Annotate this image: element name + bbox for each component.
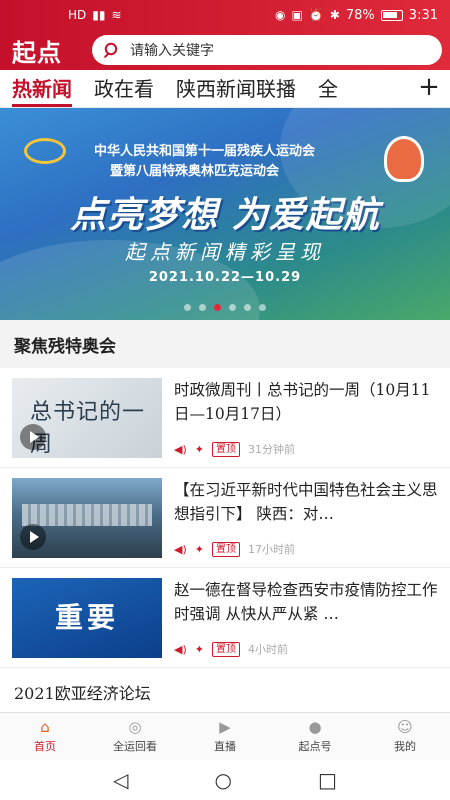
audio-icon: ◀) — [174, 542, 187, 556]
hot-icon: ✦ — [194, 642, 204, 656]
add-channel-icon[interactable]: + — [416, 70, 442, 107]
search-placeholder: 请输入关键字 — [130, 43, 214, 59]
section-title: 聚焦残特奥会 — [0, 322, 450, 368]
tab-all[interactable]: 全 — [318, 71, 338, 107]
banner-line-1: 中华人民共和国第十一届残疾人运动会 — [94, 144, 316, 159]
search-icon — [104, 42, 118, 58]
next-section-title[interactable]: 2021欧亚经济论坛 — [0, 668, 450, 712]
battery-icon — [380, 9, 403, 21]
nav-label: 首页 — [34, 739, 56, 753]
nav-games-replay[interactable]: ◎ 全运回看 — [90, 713, 180, 760]
thumbnail-caption: 总书记的一周 — [30, 400, 146, 457]
hot-icon: ✦ — [194, 542, 204, 556]
news-item[interactable]: 总书记的一周 时政微周刊丨总书记的一周（10月11日—10月17日） ◀) ✦ … — [0, 368, 450, 468]
play-icon — [20, 424, 46, 450]
nav-live[interactable]: ▶ 直播 — [180, 713, 270, 760]
hot-icon: ✦ — [194, 442, 204, 456]
news-item[interactable]: 【在习近平新时代中国特色社会主义思想指引下】 陕西：对… ◀) ✦ 置顶 17小… — [0, 468, 450, 568]
bottom-navigation: ⌂ 首页 ◎ 全运回看 ▶ 直播 ● 起点号 ☺ 我的 — [0, 712, 450, 760]
nav-label: 全运回看 — [113, 739, 157, 753]
wifi-icon: ≋ — [111, 8, 122, 22]
news-title: 赵一德在督导检查西安市疫情防控工作时强调 从快从严从紧 … — [174, 581, 438, 623]
audio-icon: ◀) — [174, 442, 187, 456]
mascot-icon — [384, 136, 424, 182]
app-logo[interactable]: 起点 — [12, 33, 82, 68]
carousel-dot[interactable] — [184, 304, 191, 311]
nav-label: 起点号 — [298, 739, 332, 753]
clock: 3:31 — [408, 7, 438, 23]
tab-gov-watch[interactable]: 政在看 — [94, 71, 154, 107]
pinned-badge: 置顶 — [211, 541, 240, 557]
tab-shaanxi-news[interactable]: 陕西新闻联播 — [176, 71, 296, 107]
nav-mine[interactable]: ☺ 我的 — [360, 713, 450, 760]
nav-account[interactable]: ● 起点号 — [270, 713, 360, 760]
hd-icon: HD — [68, 8, 87, 22]
carousel-dot-active[interactable] — [214, 304, 221, 311]
tab-hot-news[interactable]: 热新闻 — [12, 71, 72, 107]
battery-percent: 78% — [345, 7, 375, 23]
hero-banner[interactable]: 中华人民共和国第十一届残疾人运动会 暨第八届特殊奥林匹克运动会 点亮梦想 为爱起… — [0, 108, 450, 320]
recents-icon[interactable]: □ — [318, 768, 337, 792]
publish-time: 4小时前 — [247, 643, 288, 656]
news-title: 【在习近平新时代中国特色社会主义思想指引下】 陕西：对… — [174, 481, 438, 523]
bluetooth-icon: ✱ — [329, 8, 340, 22]
news-item[interactable]: 重要 赵一德在督导检查西安市疫情防控工作时强调 从快从严从紧 … ◀) ✦ 置顶… — [0, 568, 450, 668]
carousel-dot[interactable] — [199, 304, 206, 311]
carousel-dot[interactable] — [244, 304, 251, 311]
thumbnail-caption: 重要 — [54, 601, 119, 634]
banner-date: 2021.10.22—10.29 — [148, 270, 302, 285]
news-title: 时政微周刊丨总书记的一周（10月11日—10月17日） — [174, 381, 431, 423]
pinned-badge: 置顶 — [211, 441, 240, 457]
nav-home[interactable]: ⌂ 首页 — [0, 713, 90, 760]
home-icon: ⌂ — [40, 718, 50, 736]
signal-icon: ▮▮ — [92, 8, 106, 22]
banner-line-2: 暨第八届特殊奥林匹克运动会 — [110, 164, 280, 179]
pinned-badge: 置顶 — [211, 641, 240, 657]
banner-subtitle: 起点新闻精彩呈现 — [125, 240, 325, 264]
carousel-indicator — [0, 304, 450, 311]
account-icon: ● — [308, 718, 322, 736]
news-thumbnail: 重要 — [12, 578, 162, 658]
user-icon: ☺ — [397, 718, 413, 736]
news-thumbnail: 总书记的一周 — [12, 378, 162, 458]
audio-icon: ◀) — [174, 642, 187, 656]
carousel-dot[interactable] — [229, 304, 236, 311]
news-thumbnail — [12, 478, 162, 558]
nav-label: 直播 — [214, 739, 236, 753]
nav-label: 我的 — [394, 739, 416, 753]
publish-time: 17小时前 — [247, 543, 295, 556]
banner-slogan: 点亮梦想 为爱起航 — [70, 195, 380, 236]
video-icon: ▶ — [219, 718, 231, 736]
home-circle-icon[interactable]: ○ — [215, 768, 232, 792]
eye-icon: ◉ — [275, 8, 286, 22]
games-emblem-icon — [24, 138, 66, 164]
back-icon[interactable]: ◁ — [113, 768, 128, 792]
news-list: 总书记的一周 时政微周刊丨总书记的一周（10月11日—10月17日） ◀) ✦ … — [0, 368, 450, 668]
play-icon — [20, 524, 46, 550]
publish-time: 31分钟前 — [247, 443, 295, 456]
search-input[interactable]: 请输入关键字 — [92, 35, 442, 65]
games-icon: ◎ — [128, 718, 142, 736]
nfc-icon: ▣ — [291, 8, 303, 22]
channel-tabs: 热新闻 政在看 陕西新闻联播 全 + — [0, 70, 450, 108]
carousel-dot[interactable] — [259, 304, 266, 311]
system-navigation: ◁ ○ □ — [0, 760, 450, 800]
status-bar: HD ▮▮ ≋ ◉ ▣ ⏰ ✱ 78% 3:31 — [0, 0, 450, 30]
app-header: HD ▮▮ ≋ ◉ ▣ ⏰ ✱ 78% 3:31 起点 请输入关键字 — [0, 0, 450, 70]
alarm-icon: ⏰ — [308, 8, 324, 22]
